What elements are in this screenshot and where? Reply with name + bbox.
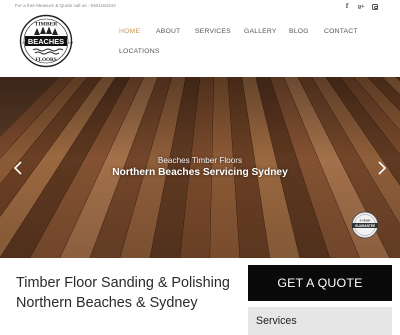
tree-icon (34, 26, 58, 35)
nav-gallery[interactable]: GALLERY (244, 28, 277, 35)
badge-main-text: GUARANTEE (355, 224, 375, 228)
logo-right-mark: 1998 (68, 43, 73, 45)
top-bar: For a free Measure & Quote call us - 040… (0, 0, 400, 14)
contact-info-text: For a free Measure & Quote call us - 040… (15, 3, 116, 8)
hero-subtitle: Beaches Timber Floors (157, 156, 243, 165)
nav-home[interactable]: HOME (119, 28, 140, 35)
logo-top-text: TIMBER (35, 22, 59, 28)
logo-left-mark: EST (23, 43, 28, 45)
services-panel: Services (248, 307, 392, 335)
badge-top-text: 5 YEAR (360, 219, 372, 223)
nav-locations[interactable]: LOCATIONS (119, 48, 160, 55)
site-logo[interactable]: TIMBER BEACHES EST 1998 FLOORS (19, 14, 73, 68)
guarantee-badge-icon: 5 YEAR GUARANTEE (351, 211, 379, 239)
nav-contact[interactable]: CONTACT (324, 28, 358, 35)
nav-services[interactable]: SERVICES (195, 28, 231, 35)
instagram-icon[interactable] (370, 2, 380, 11)
services-heading: Services (256, 315, 297, 327)
nav-blog[interactable]: BLOG (289, 28, 309, 35)
hero-title: Northern Beaches Servicing Sydney (112, 167, 288, 178)
logo-bottom-text: FLOORS (35, 57, 56, 63)
page-title: Timber Floor Sanding & Polishing Norther… (16, 275, 230, 311)
get-quote-button[interactable]: GET A QUOTE (248, 265, 392, 301)
facebook-icon[interactable]: f (342, 2, 352, 11)
logo-main-text: BEACHES (28, 37, 64, 46)
hero-slider: Beaches Timber Floors Northern Beaches S… (0, 77, 400, 258)
nav-about[interactable]: ABOUT (156, 28, 180, 35)
google-plus-icon[interactable]: g+ (356, 2, 366, 11)
